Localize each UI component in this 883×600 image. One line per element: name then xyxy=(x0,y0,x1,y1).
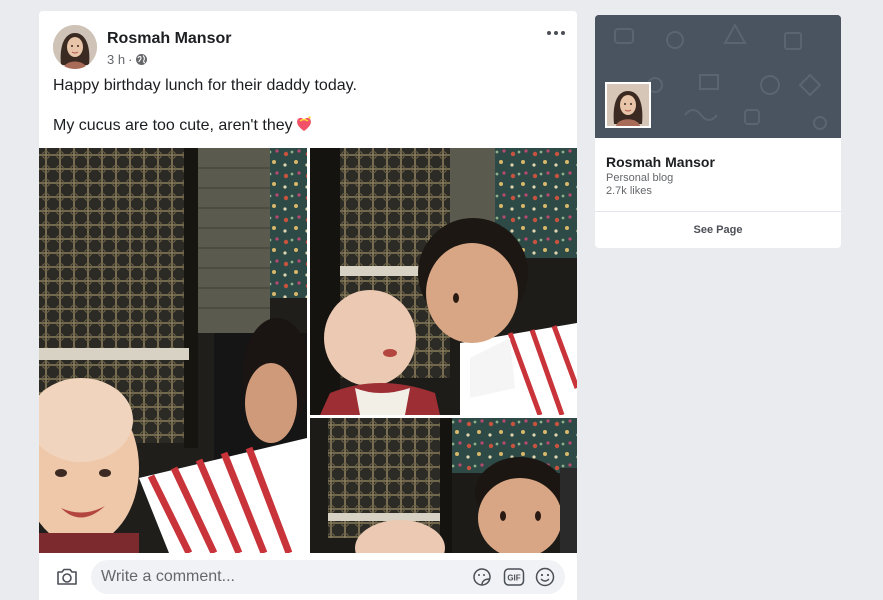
comment-box: GIF xyxy=(91,560,565,594)
post-text: Happy birthday lunch for their daddy tod… xyxy=(53,75,563,137)
post-meta: 3 h · xyxy=(107,52,148,67)
camera-button[interactable] xyxy=(55,565,79,589)
page-name[interactable]: Rosmah Mansor xyxy=(606,154,715,170)
page-avatar[interactable] xyxy=(605,82,651,128)
post-header: Rosmah Mansor 3 h · xyxy=(39,11,577,73)
ellipsis-icon xyxy=(547,31,565,35)
photo-2[interactable] xyxy=(310,148,577,415)
emoji-button[interactable] xyxy=(534,566,556,588)
author-name[interactable]: Rosmah Mansor xyxy=(107,30,231,48)
page-card: Rosmah Mansor Personal blog 2.7k likes S… xyxy=(595,15,841,248)
photo-grid xyxy=(39,148,577,553)
meta-separator: · xyxy=(128,52,133,67)
sticker-button[interactable] xyxy=(471,566,493,588)
author-avatar[interactable] xyxy=(53,25,97,69)
post-text-line-2: My cucus are too cute, aren't they xyxy=(53,115,563,137)
post-text-line-2-content: My cucus are too cute, aren't they xyxy=(53,117,293,134)
post-time[interactable]: 3 h xyxy=(107,52,125,67)
gif-label: GIF xyxy=(507,574,520,583)
photo-3[interactable] xyxy=(310,418,577,553)
sticker-icon xyxy=(473,568,491,586)
see-page-button[interactable]: See Page xyxy=(595,212,841,248)
comment-input[interactable] xyxy=(101,560,461,594)
page-category: Personal blog xyxy=(606,172,674,184)
more-options-button[interactable] xyxy=(545,25,567,41)
emoji-icon xyxy=(535,567,555,587)
gif-icon: GIF xyxy=(503,568,525,586)
camera-icon xyxy=(57,568,77,585)
photo-1[interactable] xyxy=(39,148,307,553)
page-likes: 2.7k likes xyxy=(606,185,652,197)
gif-button[interactable]: GIF xyxy=(503,566,525,588)
sparkling-heart-emoji-icon xyxy=(295,115,313,133)
post-card: Rosmah Mansor 3 h · Happy birthday lunch… xyxy=(39,11,577,600)
globe-icon[interactable] xyxy=(135,53,148,66)
comment-bar: GIF xyxy=(39,553,577,600)
post-text-line-1: Happy birthday lunch for their daddy tod… xyxy=(53,77,357,94)
